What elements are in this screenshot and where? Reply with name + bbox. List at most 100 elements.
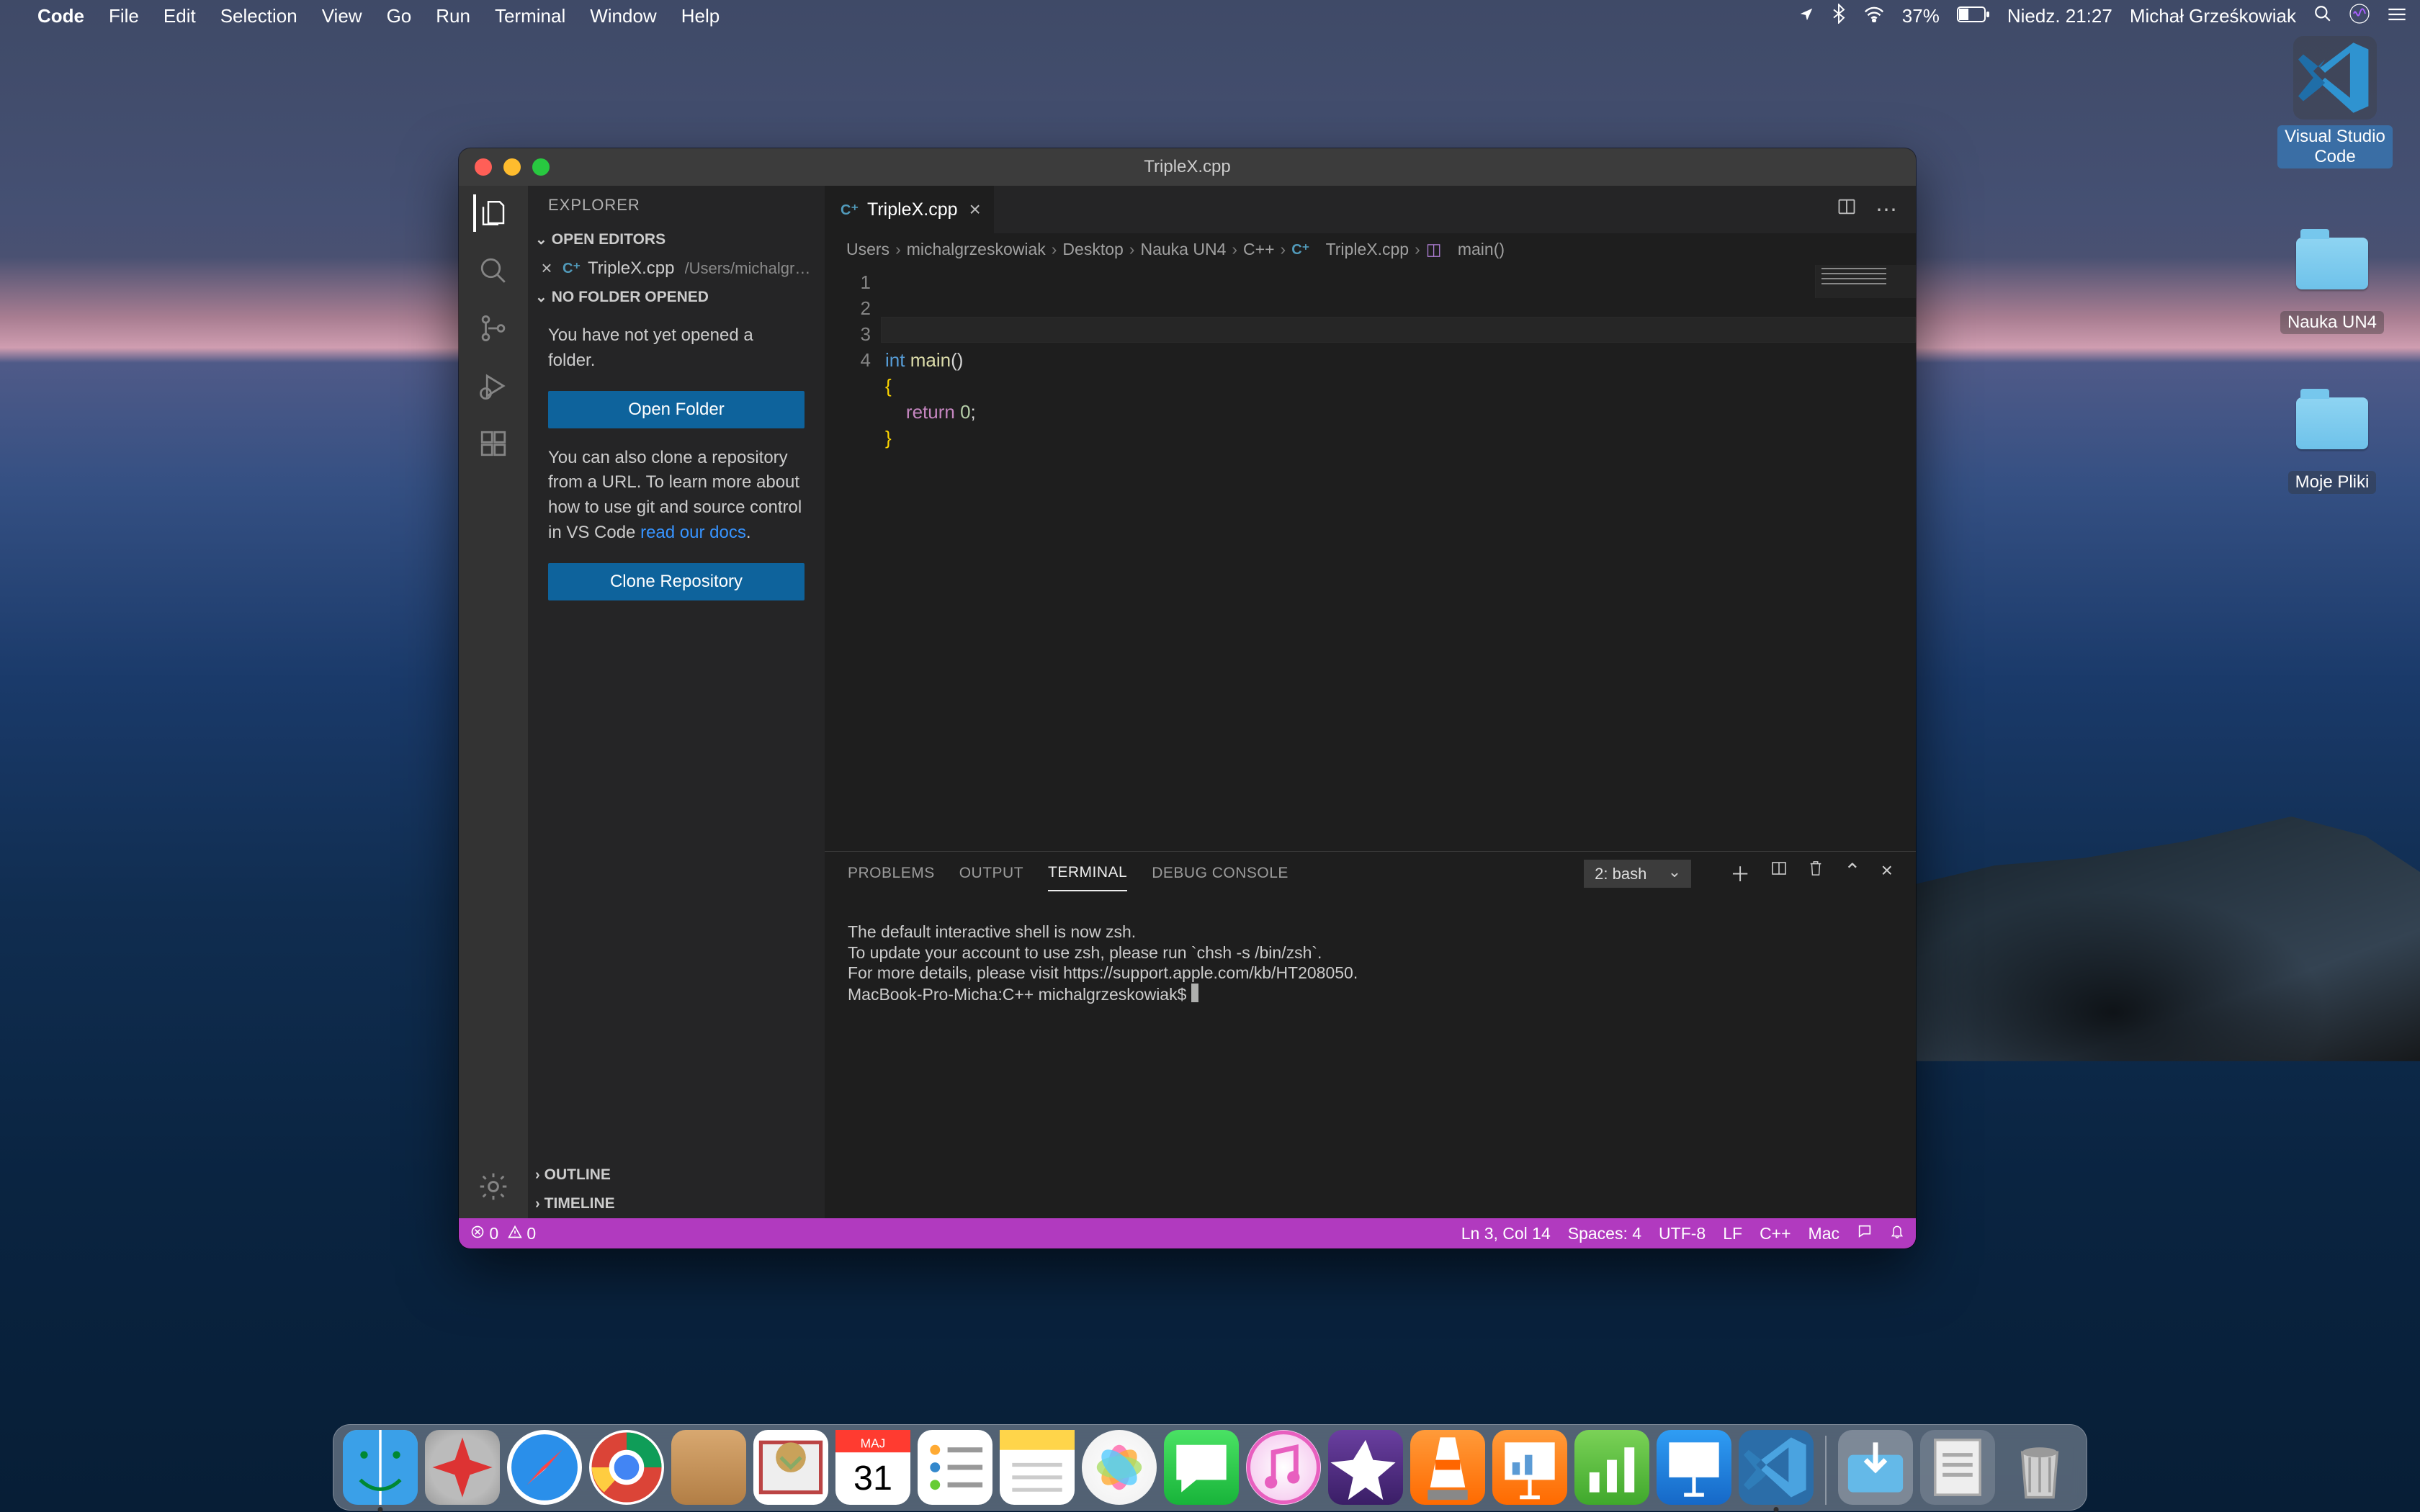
wifi-icon[interactable] [1863,5,1885,27]
clone-repo-button[interactable]: Clone Repository [548,563,805,600]
menu-terminal[interactable]: Terminal [495,5,565,27]
menu-run[interactable]: Run [436,5,470,27]
panel-tab-output[interactable]: OUTPUT [959,856,1023,891]
breadcrumb-symbol[interactable]: ◫ main() [1426,240,1505,259]
dock-keynote[interactable] [1657,1430,1731,1505]
kill-terminal-icon[interactable] [1808,859,1824,888]
dock-downloads[interactable] [1838,1430,1913,1505]
status-os[interactable]: Mac [1809,1224,1839,1243]
open-editor-filename: TripleX.cpp [588,258,675,279]
breadcrumb-seg[interactable]: Users [846,240,889,259]
menubar-user[interactable]: Michał Grześkowiak [2130,5,2296,27]
panel-tab-terminal[interactable]: TERMINAL [1048,855,1127,891]
panel-tab-problems[interactable]: PROBLEMS [848,856,935,891]
line-number-gutter: 1234 [825,265,885,851]
code-content[interactable]: int main(){ return 0;} [885,265,1916,851]
dock-vlc[interactable] [1410,1430,1485,1505]
dock-keynote-orange[interactable] [1492,1430,1567,1505]
desktop-icon-folder-1[interactable]: Nauka UN4 [2275,222,2390,334]
breadcrumb-seg[interactable]: michalgrzeskowiak [907,240,1046,259]
more-actions-icon[interactable]: ⋯ [1876,197,1897,222]
open-editors-section[interactable]: ⌄OPEN EDITORS [528,225,825,254]
new-terminal-icon[interactable]: ＋ [1730,859,1750,888]
bluetooth-icon[interactable] [1832,4,1846,29]
menu-window[interactable]: Window [590,5,656,27]
status-indent[interactable]: Spaces: 4 [1568,1224,1641,1243]
status-language[interactable]: C++ [1760,1224,1791,1243]
dock-messages[interactable] [1164,1430,1239,1505]
dock-mail[interactable] [753,1430,828,1505]
menu-file[interactable]: File [109,5,139,27]
control-center-icon[interactable] [2387,5,2407,27]
close-tab-icon[interactable]: × [967,195,984,224]
dock-finder[interactable] [343,1430,418,1505]
breadcrumb-seg[interactable]: Desktop [1062,240,1123,259]
outline-section[interactable]: ›OUTLINE [528,1161,825,1189]
dock-calendar[interactable]: MAJ31 [835,1430,910,1505]
spotlight-icon[interactable] [2313,4,2332,28]
no-folder-section[interactable]: ⌄NO FOLDER OPENED [528,282,825,312]
breadcrumb[interactable]: Users› michalgrzeskowiak› Desktop› Nauka… [825,233,1916,265]
app-menu[interactable]: Code [37,5,84,27]
desktop-icon-label: Visual Studio Code [2277,125,2393,168]
menubar-clock[interactable]: Niedz. 21:27 [2007,5,2112,27]
menu-selection[interactable]: Selection [220,5,297,27]
status-bell-icon[interactable] [1890,1223,1904,1243]
close-icon[interactable]: × [538,257,555,279]
status-feedback-icon[interactable] [1857,1223,1873,1243]
terminal-select[interactable]: 2: bash [1584,860,1691,888]
location-services-icon[interactable] [1798,5,1814,27]
dock-notes[interactable] [1000,1430,1075,1505]
titlebar[interactable]: TripleX.cpp [459,148,1916,186]
dock-reminders[interactable] [918,1430,992,1505]
activity-explorer-icon[interactable] [473,194,511,232]
breadcrumb-seg[interactable]: Nauka UN4 [1140,240,1226,259]
status-cursor[interactable]: Ln 3, Col 14 [1461,1224,1551,1243]
dock-itunes[interactable] [1246,1430,1321,1505]
activity-settings-icon[interactable] [475,1168,512,1205]
panel-tab-debug[interactable]: DEBUG CONSOLE [1152,856,1289,891]
read-docs-link[interactable]: read our docs [640,523,746,542]
breadcrumb-seg[interactable]: C++ [1243,240,1274,259]
split-terminal-icon[interactable] [1770,859,1788,888]
svg-text:MAJ: MAJ [861,1436,886,1450]
status-eol[interactable]: LF [1723,1224,1742,1243]
dock-photos[interactable] [1082,1430,1157,1505]
menu-help[interactable]: Help [681,5,720,27]
menu-view[interactable]: View [322,5,362,27]
battery-percent[interactable]: 37% [1902,5,1940,27]
split-editor-icon[interactable] [1837,197,1857,222]
close-panel-icon[interactable]: × [1881,859,1893,888]
dock-documents[interactable] [1920,1430,1995,1505]
dock-vscode[interactable] [1739,1430,1814,1505]
activity-extensions-icon[interactable] [475,425,512,462]
terminal-content[interactable]: The default interactive shell is now zsh… [825,895,1916,1218]
timeline-section[interactable]: ›TIMELINE [528,1189,825,1218]
breadcrumb-seg[interactable]: C⁺ TripleX.cpp [1291,240,1409,259]
dock-contacts[interactable] [671,1430,746,1505]
open-editor-item[interactable]: × C⁺ TripleX.cpp /Users/michalgrzesko... [528,254,825,282]
dock-trash[interactable] [2002,1430,2077,1505]
dock-launchpad[interactable] [425,1430,500,1505]
desktop-icon-vscode[interactable]: Visual Studio Code [2277,36,2393,168]
dock-chrome[interactable] [589,1430,664,1505]
activity-search-icon[interactable] [475,252,512,289]
maximize-panel-icon[interactable]: ⌃ [1844,859,1860,888]
status-problems[interactable]: 0 0 [470,1224,536,1243]
siri-icon[interactable] [2349,4,2370,29]
dock-numbers[interactable] [1574,1430,1649,1505]
menu-edit[interactable]: Edit [163,5,196,27]
dock-safari[interactable] [507,1430,582,1505]
code-editor[interactable]: 1234 int main(){ return 0;} [825,265,1916,851]
battery-icon[interactable] [1957,5,1990,27]
dock: MAJ31 [0,1424,2420,1512]
dock-imovie[interactable] [1328,1430,1403,1505]
open-folder-button[interactable]: Open Folder [548,391,805,428]
menu-go[interactable]: Go [387,5,412,27]
status-encoding[interactable]: UTF-8 [1659,1224,1706,1243]
activity-scm-icon[interactable] [475,310,512,347]
editor-tab[interactable]: C⁺ TripleX.cpp × [825,186,995,233]
desktop-icon-folder-2[interactable]: Moje Pliki [2275,382,2390,494]
activity-debug-icon[interactable] [475,367,512,405]
minimap[interactable] [1815,265,1916,298]
